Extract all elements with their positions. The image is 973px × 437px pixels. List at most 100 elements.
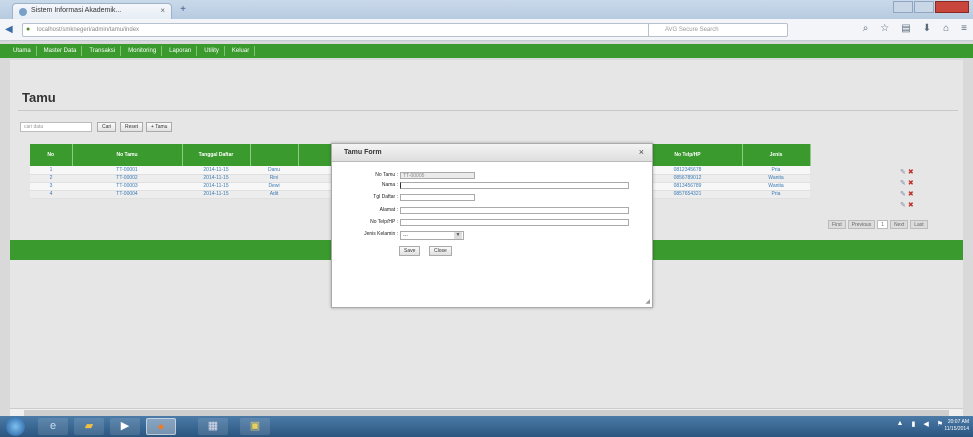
- col-nama[interactable]: [250, 144, 299, 166]
- window-controls: [893, 1, 969, 13]
- field-jenis-kelamin: Jenis Kelamin : --- ▼: [332, 231, 654, 240]
- col-tanggal-daftar[interactable]: Tanggal Daftar: [182, 144, 251, 166]
- save-button[interactable]: Save: [399, 246, 421, 256]
- jenis-kelamin-label: Jenis Kelamin :: [364, 231, 398, 237]
- bookmark-star-icon[interactable]: ☆: [880, 23, 889, 34]
- col-no[interactable]: No: [30, 144, 73, 166]
- firefox-icon[interactable]: ●: [146, 418, 176, 435]
- new-tab-button[interactable]: +: [176, 4, 190, 16]
- media-player-icon[interactable]: ▶: [110, 418, 140, 435]
- favicon-icon: [19, 8, 27, 16]
- cell-no-tamu: TT-00004: [72, 190, 182, 199]
- flag-icon[interactable]: ⚑: [937, 420, 943, 428]
- close-button[interactable]: Close: [429, 246, 452, 256]
- menu-item-transaksi[interactable]: Transaksi: [84, 46, 122, 56]
- tamu-form-dialog: Tamu Form × No Tamu : TT-00005 Nama : Tg…: [331, 143, 653, 308]
- close-window-button[interactable]: [935, 1, 969, 13]
- cell-nama: Dewi: [250, 182, 298, 191]
- maximize-button[interactable]: [914, 1, 934, 13]
- cari-button[interactable]: Cari: [97, 122, 117, 132]
- col-jenis[interactable]: Jenis: [742, 144, 811, 166]
- cell-tanggal: 2014-11-15: [182, 190, 250, 199]
- pager-next[interactable]: Next: [889, 220, 909, 229]
- pagination: First Previous 1 Next Last: [828, 220, 928, 229]
- download-icon[interactable]: ⬇: [923, 23, 931, 34]
- delete-icon[interactable]: ✖: [908, 191, 914, 198]
- no-tamu-input[interactable]: TT-00005: [400, 172, 475, 179]
- app-menubar: Utama Master Data Transaksi Monitoring L…: [0, 44, 973, 58]
- menu-item-master-data[interactable]: Master Data: [39, 46, 83, 56]
- menu-icon[interactable]: ≡: [961, 23, 967, 34]
- pager-previous[interactable]: Previous: [847, 220, 876, 229]
- menu-item-monitoring[interactable]: Monitoring: [123, 46, 163, 56]
- delete-icon[interactable]: ✖: [908, 202, 914, 209]
- app-folder-icon[interactable]: ▣: [240, 418, 270, 435]
- cell-no-tamu: TT-00001: [72, 166, 182, 175]
- telp-input[interactable]: [400, 219, 629, 226]
- add-tamu-button[interactable]: + Tamu: [146, 122, 173, 132]
- network-icon[interactable]: ▮: [911, 420, 915, 428]
- tab-close-icon[interactable]: ×: [160, 6, 165, 15]
- cell-nama: Rini: [250, 174, 298, 183]
- taskbar-clock[interactable]: 20:07 AM 11/15/2014: [944, 419, 969, 433]
- tgl-daftar-input[interactable]: [400, 194, 475, 201]
- cell-jenis: Pria: [742, 190, 810, 199]
- jenis-kelamin-select[interactable]: --- ▼: [400, 231, 464, 240]
- close-icon[interactable]: ×: [639, 147, 644, 157]
- nama-input[interactable]: [400, 182, 629, 189]
- edit-icon[interactable]: ✎: [900, 169, 906, 176]
- search-icon[interactable]: ⌕: [863, 23, 869, 34]
- row-actions: ✎ ✖: [900, 201, 914, 209]
- edit-icon[interactable]: ✎: [900, 180, 906, 187]
- pager-last[interactable]: Last: [910, 220, 928, 229]
- menu-item-keluar[interactable]: Keluar: [227, 46, 256, 56]
- minimize-button[interactable]: [893, 1, 913, 13]
- resize-handle-icon[interactable]: ◢: [645, 298, 650, 305]
- chevron-down-icon: ▼: [454, 232, 462, 239]
- site-identity-icon[interactable]: ●: [26, 26, 30, 33]
- field-tgl-daftar: Tgl Daftar :: [332, 194, 654, 202]
- field-no-tamu: No Tamu : TT-00005: [332, 172, 654, 180]
- cell-no-tamu: TT-00003: [72, 182, 182, 191]
- alamat-input[interactable]: [400, 207, 629, 214]
- home-icon[interactable]: ⌂: [943, 23, 949, 34]
- cell-tanggal: 2014-11-15: [182, 182, 250, 191]
- cell-no: 1: [30, 166, 72, 175]
- delete-icon[interactable]: ✖: [908, 180, 914, 187]
- address-bar[interactable]: ● localhost/smknegeri/admin/tamu/index: [22, 23, 752, 37]
- browser-search-input[interactable]: AVG Secure Search: [648, 23, 788, 37]
- cell-no: 4: [30, 190, 72, 199]
- ie-icon[interactable]: e: [38, 418, 68, 435]
- edit-icon[interactable]: ✎: [900, 202, 906, 209]
- alamat-label: Alamat :: [379, 207, 398, 213]
- browser-tabbar: Sistem Informasi Akademik... × +: [0, 0, 973, 19]
- tab-title: Sistem Informasi Akademik...: [31, 7, 122, 14]
- cell-jenis: Wanita: [742, 182, 810, 191]
- menu-item-laporan[interactable]: Laporan: [164, 46, 198, 56]
- field-nama: Nama :: [332, 182, 654, 190]
- search-input[interactable]: cari data: [20, 122, 92, 132]
- browser-navbar: ◀ ● localhost/smknegeri/admin/tamu/index…: [0, 19, 973, 41]
- bookmarks-icon[interactable]: ▤: [901, 23, 910, 34]
- menu-item-utama[interactable]: Utama: [8, 46, 37, 56]
- tray-arrow-icon[interactable]: ▲: [897, 420, 904, 428]
- pager-first[interactable]: First: [828, 220, 846, 229]
- back-icon[interactable]: ◀: [5, 24, 13, 35]
- browser-tab[interactable]: Sistem Informasi Akademik... ×: [12, 3, 172, 19]
- app-window-icon[interactable]: ▦: [198, 418, 228, 435]
- horizontal-scrollbar[interactable]: [10, 408, 963, 416]
- menu-item-utility[interactable]: Utility: [199, 46, 225, 56]
- delete-icon[interactable]: ✖: [908, 169, 914, 176]
- cell-no: 2: [30, 174, 72, 183]
- pager-page-1[interactable]: 1: [877, 220, 888, 229]
- dialog-title: Tamu Form: [344, 149, 382, 156]
- field-telp: No Telp/HP :: [332, 219, 654, 227]
- edit-icon[interactable]: ✎: [900, 191, 906, 198]
- reset-button[interactable]: Reset: [120, 122, 144, 132]
- col-no-tamu[interactable]: No Tamu: [72, 144, 183, 166]
- cell-nama: Danu: [250, 166, 298, 175]
- volume-icon[interactable]: ◀: [923, 420, 928, 428]
- dialog-titlebar[interactable]: Tamu Form ×: [332, 144, 652, 162]
- start-button[interactable]: [6, 417, 25, 436]
- explorer-folder-icon[interactable]: ▰: [74, 418, 104, 435]
